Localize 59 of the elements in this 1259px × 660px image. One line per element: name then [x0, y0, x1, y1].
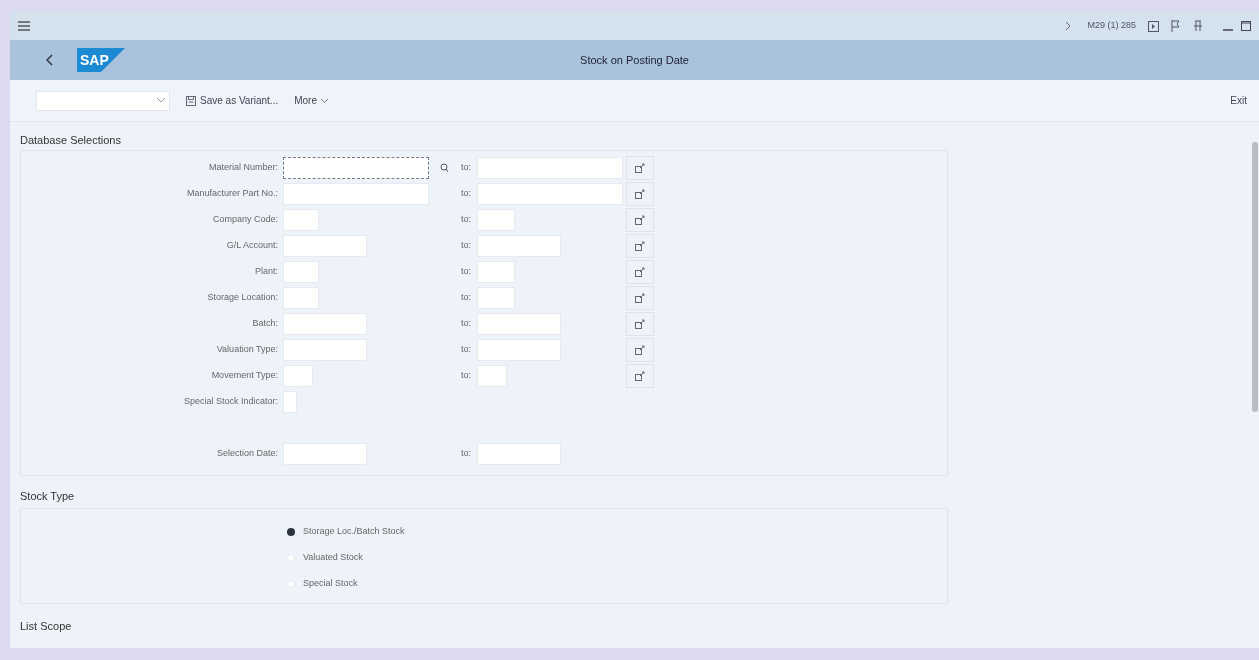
- search-icon[interactable]: [439, 163, 449, 173]
- page-title: Stock on Posting Date: [580, 52, 689, 68]
- to-label: to:: [461, 317, 472, 331]
- radio-label: Storage Loc./Batch Stock: [303, 525, 405, 539]
- to-label: to:: [461, 213, 472, 227]
- radio-label: Special Stock: [303, 577, 358, 591]
- multiple-selection-button[interactable]: [626, 364, 654, 388]
- to-label: to:: [461, 369, 472, 383]
- field-label: Special Stock Indicator:: [182, 395, 279, 409]
- to-label: to:: [461, 161, 472, 175]
- section-title: List Scope: [20, 619, 73, 634]
- multiple-selection-button[interactable]: [626, 338, 654, 362]
- to-label: to:: [461, 265, 472, 279]
- section-title: Database Selections: [20, 133, 122, 148]
- chevron-right-icon[interactable]: [1065, 21, 1072, 31]
- to-label: to:: [461, 187, 472, 201]
- exit-button[interactable]: Exit: [1230, 93, 1247, 108]
- multiple-selection-button[interactable]: [626, 286, 654, 310]
- multiple-selection-button[interactable]: [626, 208, 654, 232]
- save-icon: [186, 95, 196, 106]
- field-label: Selection Date:: [215, 447, 279, 461]
- record-icon[interactable]: [1148, 20, 1159, 32]
- sap-logo: SAP: [77, 48, 125, 72]
- multiple-selection-button[interactable]: [626, 182, 654, 206]
- flag-icon[interactable]: [1171, 20, 1181, 32]
- field-label: G/L Account:: [225, 239, 279, 253]
- radio-button[interactable]: [287, 580, 295, 588]
- to-label: to:: [461, 343, 472, 357]
- scrollbar[interactable]: [1252, 142, 1258, 412]
- to-label: to:: [461, 291, 472, 305]
- field-label: Valuation Type:: [215, 343, 279, 357]
- field-label: Storage Location:: [206, 291, 279, 305]
- to-label: to:: [461, 239, 472, 253]
- radio-button[interactable]: [287, 528, 295, 536]
- variant-dropdown[interactable]: [36, 90, 170, 111]
- save-variant-button[interactable]: Save as Variant...: [186, 93, 279, 108]
- maximize-icon[interactable]: [1241, 21, 1251, 31]
- to-label: to:: [461, 447, 472, 461]
- settings-icon[interactable]: [1193, 20, 1203, 32]
- field-label: Company Code:: [211, 213, 279, 227]
- multiple-selection-button[interactable]: [626, 234, 654, 258]
- caret-icon: [321, 98, 328, 103]
- radio-button[interactable]: [287, 554, 295, 562]
- caret-icon: [157, 98, 165, 103]
- multiple-selection-button[interactable]: [626, 156, 654, 180]
- input-field[interactable]: [283, 157, 429, 179]
- menu-icon[interactable]: [18, 21, 30, 31]
- field-label: Manufacturer Part No.:: [185, 187, 279, 201]
- field-label: Material Number:: [207, 161, 279, 175]
- system-info: M29 (1) 285: [1087, 19, 1136, 33]
- field-label: Plant:: [254, 265, 279, 279]
- field-label: Movement Type:: [210, 369, 279, 383]
- section-title: Stock Type: [20, 489, 76, 504]
- back-icon[interactable]: [46, 54, 53, 66]
- field-label: Batch:: [251, 317, 279, 331]
- more-button[interactable]: More: [294, 93, 328, 108]
- multiple-selection-button[interactable]: [626, 312, 654, 336]
- multiple-selection-button[interactable]: [626, 260, 654, 284]
- radio-label: Valuated Stock: [303, 551, 363, 565]
